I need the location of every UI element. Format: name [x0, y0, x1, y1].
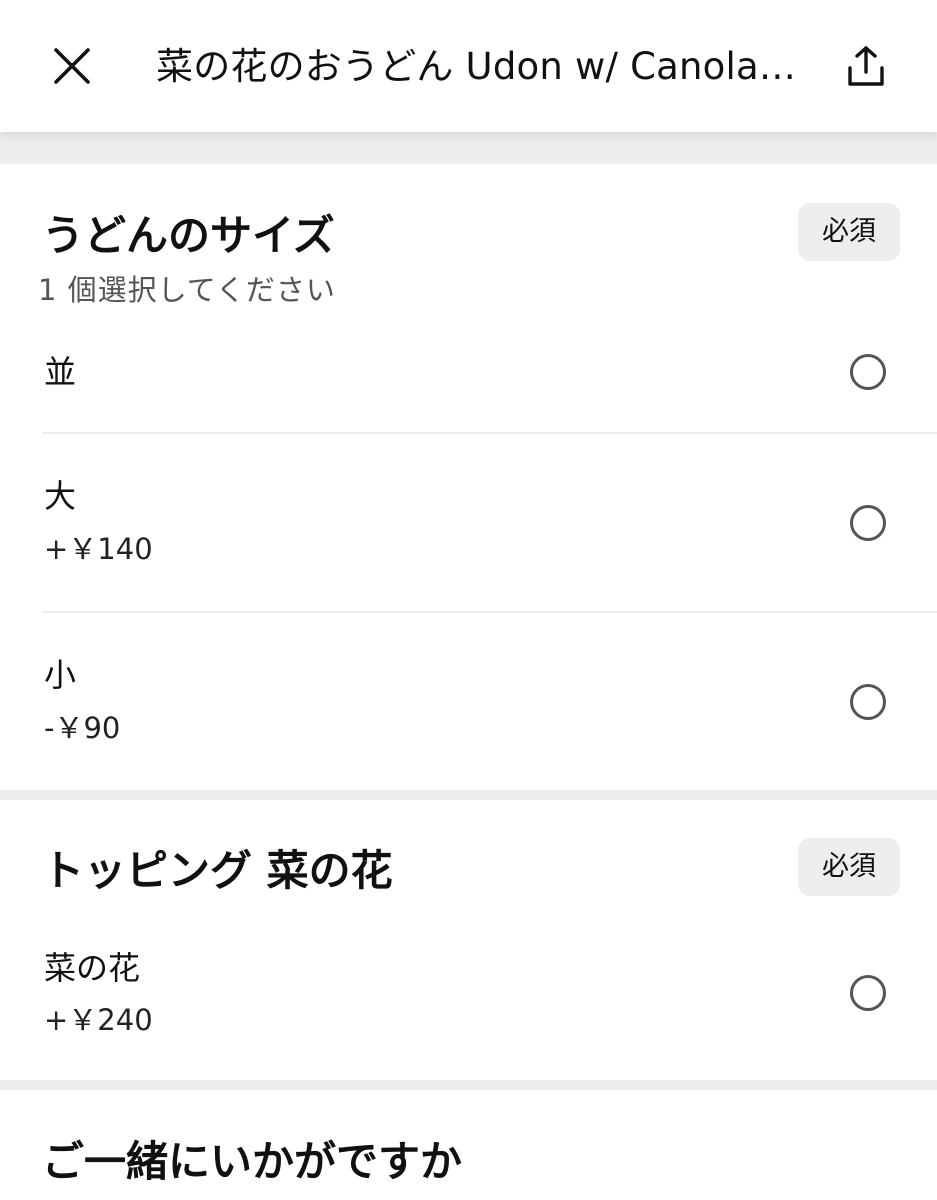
option-price: +￥140: [44, 532, 153, 566]
page-title: 菜の花のおうどん Udon w/ Canola Flowers: [156, 45, 796, 88]
option-label: 小: [44, 656, 77, 694]
option-item-large[interactable]: 大 +￥140: [0, 434, 937, 612]
option-group-topping: トッピング 菜の花 必須 菜の花 +￥240: [0, 800, 937, 1080]
option-group-suggestions: ご一緒にいかがですか: [0, 1090, 937, 1200]
close-button[interactable]: [40, 34, 104, 98]
option-price: +￥240: [44, 1003, 153, 1037]
header-bar: 菜の花のおうどん Udon w/ Canola Flowers: [0, 0, 937, 132]
option-item-regular[interactable]: 並: [0, 334, 937, 434]
section-title: トッピング 菜の花: [42, 846, 393, 895]
section-title: ご一緒にいかがですか: [42, 1137, 463, 1186]
option-label: 菜の花: [44, 949, 141, 987]
section-title: うどんのサイズ: [42, 211, 335, 260]
close-icon: [54, 48, 90, 84]
required-badge: 必須: [798, 838, 900, 896]
section-subtitle: 1 個選択してください: [38, 273, 336, 307]
option-group-udon-size: うどんのサイズ 必須 1 個選択してください 並 大 +￥140 小 -￥90: [0, 164, 937, 790]
radio-button[interactable]: [850, 505, 886, 541]
option-item-small[interactable]: 小 -￥90: [0, 613, 937, 790]
option-price: -￥90: [44, 711, 121, 745]
radio-button[interactable]: [850, 975, 886, 1011]
radio-button[interactable]: [850, 354, 886, 390]
option-label: 並: [44, 353, 77, 391]
option-item-canola-flowers[interactable]: 菜の花 +￥240: [0, 930, 937, 1080]
radio-button[interactable]: [850, 684, 886, 720]
share-button[interactable]: [834, 34, 898, 98]
required-badge: 必須: [798, 203, 900, 261]
option-label: 大: [44, 477, 77, 515]
share-icon: [848, 46, 884, 86]
